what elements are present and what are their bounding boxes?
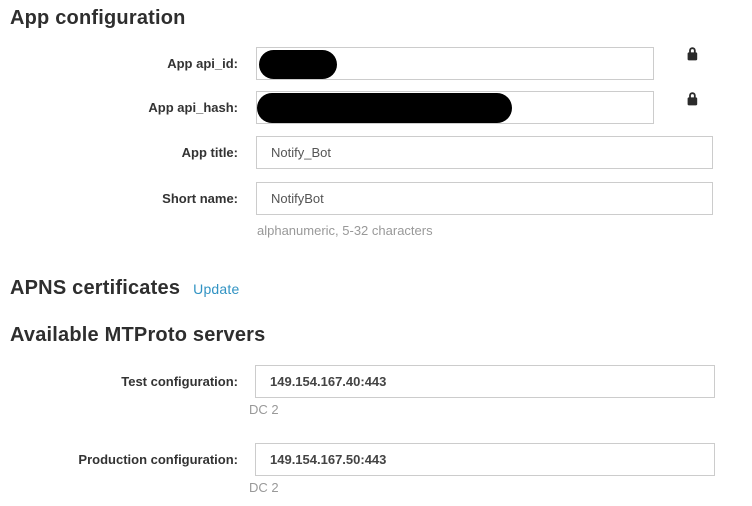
app-configuration-page: App configuration App api_id: App api_ha… <box>0 0 752 506</box>
apns-certificates-heading-text: APNS certificates <box>10 277 180 300</box>
test-configuration-label: Test configuration: <box>0 365 238 398</box>
apns-update-link[interactable]: Update <box>193 281 239 297</box>
redaction-blob-api-id <box>259 50 337 79</box>
short-name-input[interactable] <box>256 182 713 215</box>
short-name-hint: alphanumeric, 5-32 characters <box>257 223 433 238</box>
production-configuration-label: Production configuration: <box>0 443 238 476</box>
production-configuration-input[interactable] <box>255 443 715 476</box>
app-title-label: App title: <box>0 136 238 169</box>
app-title-input[interactable] <box>256 136 713 169</box>
production-configuration-dc-hint: DC 2 <box>249 480 279 495</box>
redaction-blob-api-hash <box>257 93 512 123</box>
test-configuration-dc-hint: DC 2 <box>249 402 279 417</box>
mtproto-servers-heading: Available MTProto servers <box>10 324 265 347</box>
app-configuration-heading: App configuration <box>10 7 186 30</box>
apns-certificates-heading: APNS certificates Update <box>10 277 240 300</box>
test-configuration-input[interactable] <box>255 365 715 398</box>
short-name-label: Short name: <box>0 182 238 215</box>
app-api-id-label: App api_id: <box>0 47 238 80</box>
app-api-hash-label: App api_hash: <box>0 91 238 124</box>
lock-icon <box>686 92 699 106</box>
lock-icon <box>686 47 699 61</box>
